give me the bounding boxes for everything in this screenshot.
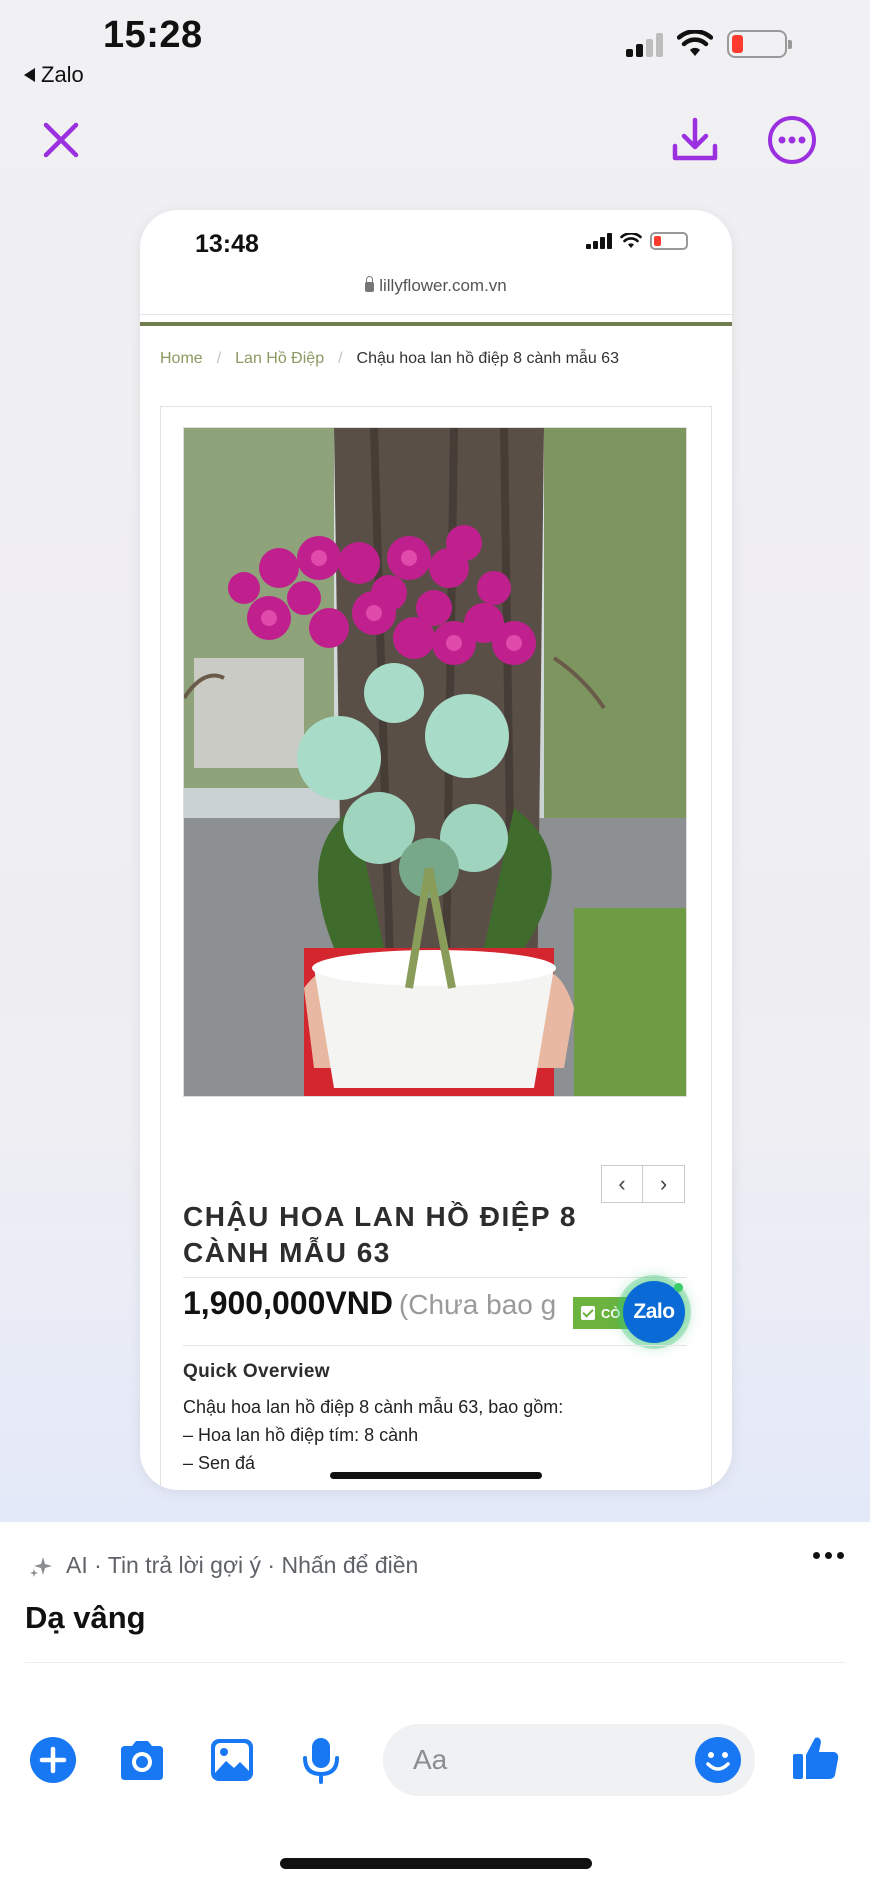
home-indicator: [280, 1858, 592, 1869]
screenshot-home-indicator: [330, 1472, 542, 1479]
screenshot-status-time: 13:48: [195, 230, 259, 258]
prev-image-button[interactable]: ‹: [601, 1165, 643, 1203]
description-line: – Hoa lan hồ điệp tím: 8 cành: [183, 1425, 419, 1445]
status-time: 15:28: [103, 14, 203, 56]
online-dot-icon: [674, 1283, 683, 1292]
thumbs-up-icon: [793, 1737, 839, 1779]
divider: [183, 1277, 687, 1278]
orchid-pot-illustration: [184, 428, 686, 1096]
divider: [183, 1345, 687, 1346]
battery-icon: [650, 232, 688, 250]
screenshot-status-icons: [586, 232, 688, 250]
plus-icon: [30, 1737, 76, 1783]
product-title: CHẬU HOA LAN HỒ ĐIỆP 8 CÀNH MẪU 63: [183, 1201, 577, 1268]
image-nav: ‹ ›: [601, 1165, 685, 1203]
more-options-button[interactable]: [762, 110, 822, 170]
wifi-icon: [620, 233, 642, 248]
download-button[interactable]: [665, 110, 725, 170]
message-input[interactable]: [413, 1742, 673, 1778]
gallery-button[interactable]: [206, 1734, 258, 1786]
download-icon: [672, 117, 718, 161]
back-app-label: Zalo: [41, 62, 84, 87]
header-accent-line: [140, 322, 732, 326]
close-button[interactable]: [31, 110, 91, 170]
breadcrumb: Home / Lan Hồ Điệp / Chậu hoa lan hồ điệ…: [160, 350, 619, 368]
ai-suggestion-label: AI · Tin trả lời gợi ý · Nhấn để điền: [66, 1552, 419, 1578]
quick-overview-text: Chậu hoa lan hồ điệp 8 cành mẫu 63, bao …: [183, 1393, 683, 1477]
breadcrumb-category: Lan Hồ Điệp: [235, 350, 325, 367]
breadcrumb-home: Home: [160, 350, 203, 367]
divider: [140, 314, 732, 315]
emoji-button[interactable]: [695, 1737, 741, 1783]
quick-overview-title: Quick Overview: [183, 1361, 330, 1382]
suggestion-options-button[interactable]: [813, 1552, 844, 1559]
camera-icon: [121, 1741, 163, 1780]
checkbox-icon: [581, 1306, 595, 1320]
breadcrumb-separator: /: [216, 350, 222, 367]
lock-icon: [365, 276, 375, 292]
browser-address-bar: lillyflower.com.vn: [140, 276, 732, 296]
like-button[interactable]: [790, 1732, 842, 1784]
ai-suggestion-header: AI · Tin trả lời gợi ý · Nhấn để điền: [28, 1552, 418, 1579]
more-icon: [768, 116, 816, 164]
battery-icon: [727, 30, 792, 58]
price-note: (Chưa bao g: [398, 1289, 557, 1320]
shared-screenshot[interactable]: 13:48 lillyflower.com.vn Home / Lan Hồ Đ…: [140, 210, 732, 1490]
microphone-icon: [303, 1738, 339, 1784]
voice-button[interactable]: [295, 1734, 347, 1786]
back-triangle-icon: [24, 68, 35, 82]
zalo-chat-label: Zalo: [633, 1300, 675, 1323]
zalo-chat-button[interactable]: Zalo: [623, 1281, 685, 1343]
wifi-icon: [677, 30, 713, 56]
next-image-button[interactable]: ›: [643, 1165, 685, 1203]
breadcrumb-current: Chậu hoa lan hồ điệp 8 cành mẫu 63: [356, 350, 619, 367]
cellular-signal-icon: [626, 31, 663, 57]
back-to-app-button[interactable]: Zalo: [24, 62, 84, 88]
url-text: lillyflower.com.vn: [379, 276, 507, 295]
breadcrumb-separator: /: [338, 350, 343, 367]
camera-button[interactable]: [116, 1734, 168, 1786]
message-composer: [383, 1724, 755, 1796]
status-icons: [626, 30, 792, 58]
stock-badge-label: CÒ: [601, 1305, 621, 1321]
reply-panel: AI · Tin trả lời gợi ý · Nhấn để điền Dạ…: [0, 1522, 870, 1883]
plus-button[interactable]: [27, 1734, 79, 1786]
description-line: Chậu hoa lan hồ điệp 8 cành mẫu 63, bao …: [183, 1397, 564, 1417]
product-panel: ‹ › CHẬU HOA LAN HỒ ĐIỆP 8 CÀNH MẪU 63 1…: [160, 406, 712, 1490]
image-icon: [211, 1739, 253, 1781]
divider: [25, 1662, 845, 1663]
cellular-signal-icon: [586, 233, 612, 249]
product-price: 1,900,000VND: [183, 1285, 393, 1321]
suggested-reply[interactable]: Dạ vâng: [25, 1600, 146, 1636]
close-icon: [43, 122, 79, 158]
product-photo: [183, 427, 687, 1097]
sparkle-icon: [30, 1556, 52, 1577]
emoji-icon: [706, 1752, 730, 1771]
